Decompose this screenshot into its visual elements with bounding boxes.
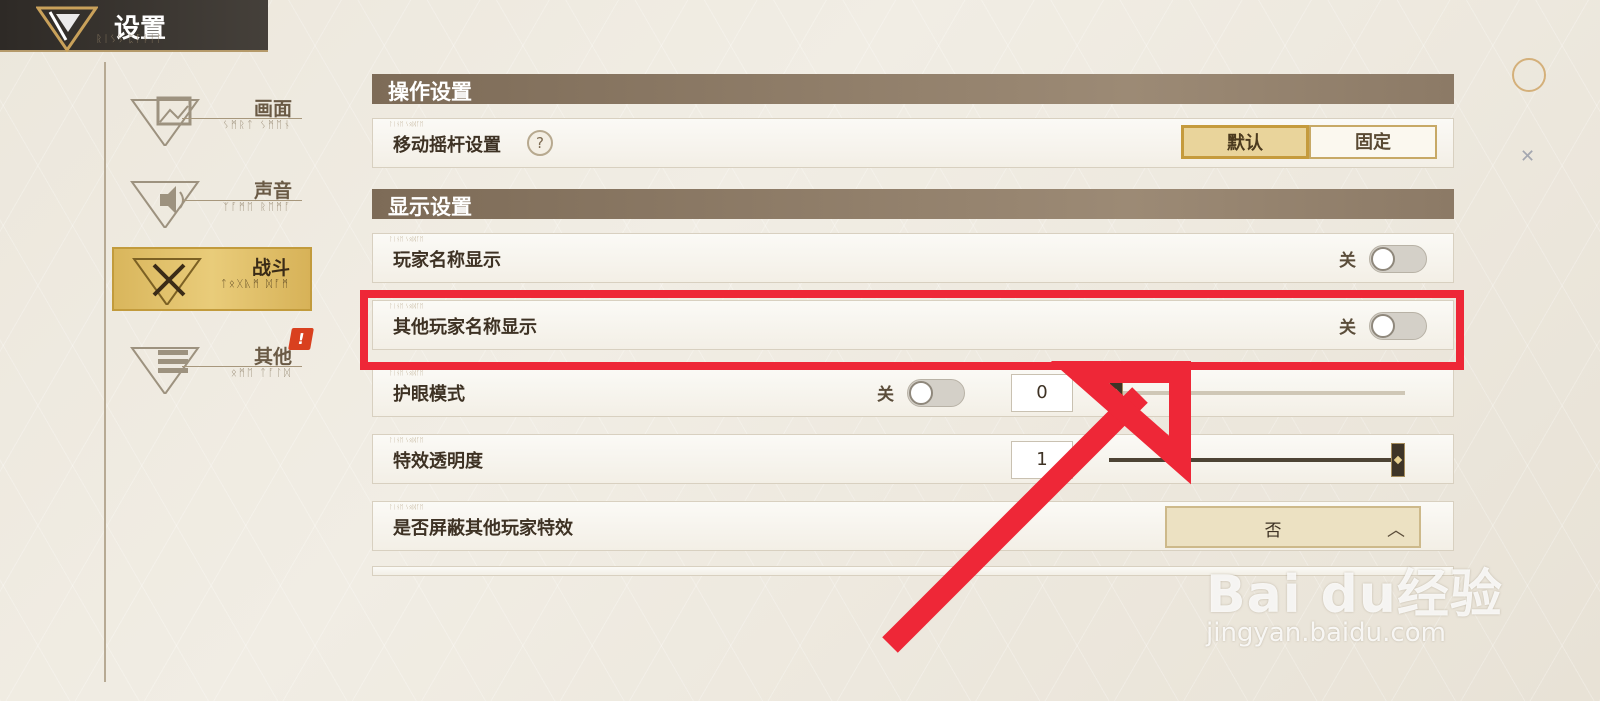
help-button[interactable]: ?: [527, 130, 553, 156]
sidebar-item-glyphs: ᛊᛗᚱᛏ ᛊᛗᛖᚾ: [222, 120, 292, 131]
row-ornament: ᛚᛁᚾᛖ ᛊᛟᛞᚪᛖ: [389, 437, 424, 444]
section-header-display: 显示设置: [372, 189, 1454, 219]
block-effects-dropdown[interactable]: 否 ︿: [1165, 506, 1421, 548]
joystick-option-default[interactable]: 默认: [1181, 125, 1309, 159]
crossed-swords-icon: [132, 258, 202, 305]
sidebar-item-graphics[interactable]: 画面 ᛊᛗᚱᛏ ᛊᛗᛖᚾ: [112, 90, 312, 154]
toggle-state-label: 关: [877, 385, 894, 405]
row-ornament: ᛚᛁᚾᛖ ᛊᛟᛞᚪᛖ: [389, 121, 424, 128]
eye-protection-toggle[interactable]: [907, 379, 965, 407]
setting-row-eye-protection: ᛚᛁᚾᛖ ᛊᛟᛞᚪᛖ 护眼模式 关 0: [372, 367, 1454, 417]
sound-icon: [130, 181, 200, 228]
row-ornament: ᛚᛁᚾᛖ ᛊᛟᛞᚪᛖ: [389, 303, 424, 310]
settings-logo-icon: [36, 6, 98, 52]
toggle-state-label: 关: [1339, 318, 1356, 338]
setting-row-block-effects: ᛚᛁᚾᛖ ᛊᛟᛞᚪᛖ 是否屏蔽其他玩家特效 否 ︿: [372, 501, 1454, 551]
sidebar-item-sound[interactable]: 声音 ᛉᚪᛗᛖ ᚱᛖᛗᚪ: [112, 172, 312, 236]
title-bar: 设置 ᚱᛁᛊᛊ ᛈᚪᚾᛁᛚ: [0, 0, 268, 52]
other-player-names-toggle[interactable]: [1369, 312, 1427, 340]
setting-row-joystick: ᛚᛁᚾᛖ ᛊᛟᛞᚪᛖ 移动摇杆设置 ? 默认 固定: [372, 118, 1454, 168]
dropdown-value: 否: [1264, 521, 1282, 541]
setting-row-other-player-names: ᛚᛁᚾᛖ ᛊᛟᛞᚪᛖ 其他玩家名称显示 关: [372, 300, 1454, 350]
effect-opacity-value[interactable]: 1: [1011, 441, 1073, 479]
sidebar-item-combat[interactable]: 战斗 ᛏᛟᚷᚣᛗ ᛞᚪᛗ: [112, 247, 312, 311]
chevron-up-icon: ︿: [1387, 520, 1405, 541]
sidebar-item-glyphs: ᛉᚪᛗᛖ ᚱᛖᛗᚪ: [222, 202, 292, 213]
sidebar-item-label: 其他: [253, 346, 292, 368]
watermark-url: jingyan.baidu.com: [1206, 618, 1446, 648]
effect-opacity-slider-handle[interactable]: [1391, 443, 1405, 477]
list-icon: [130, 347, 200, 394]
setting-label: 特效透明度: [393, 451, 483, 472]
sparkle-icon: ✕: [1520, 146, 1536, 167]
eye-protection-slider-track[interactable]: [1109, 391, 1405, 395]
notification-badge: !: [288, 328, 314, 350]
eye-protection-value[interactable]: 0: [1011, 374, 1073, 412]
toggle-knob: [1371, 247, 1395, 271]
sidebar-item-glyphs: ᛟᛗᛖ ᛏᚪᛚᛞ: [230, 368, 292, 379]
row-ornament: ᛚᛁᚾᛖ ᛊᛟᛞᚪᛖ: [389, 370, 424, 377]
eye-protection-slider-handle[interactable]: [1109, 376, 1123, 410]
section-title: 操作设置: [388, 80, 472, 104]
section-title: 显示设置: [388, 195, 472, 219]
setting-label: 玩家名称显示: [393, 250, 501, 271]
corner-ornament-icon: [1512, 58, 1546, 92]
setting-label: 是否屏蔽其他玩家特效: [393, 518, 573, 539]
player-names-toggle[interactable]: [1369, 245, 1427, 273]
toggle-knob: [1371, 314, 1395, 338]
watermark-brand: Bai du经验: [1206, 565, 1503, 625]
sidebar-item-label: 画面: [253, 98, 292, 120]
sidebar-item-other[interactable]: 其他 ᛟᛗᛖ ᛏᚪᛚᛞ: [112, 338, 312, 402]
toggle-knob: [909, 381, 933, 405]
setting-row-player-names: ᛚᛁᚾᛖ ᛊᛟᛞᚪᛖ 玩家名称显示 关: [372, 233, 1454, 283]
row-ornament: ᛚᛁᚾᛖ ᛊᛟᛞᚪᛖ: [389, 504, 424, 511]
sidebar-divider: [104, 62, 106, 682]
picture-icon: [130, 96, 200, 146]
setting-label: 移动摇杆设置: [393, 135, 501, 156]
section-header-operation: 操作设置: [372, 74, 1454, 104]
page-title-glyphs: ᚱᛁᛊᛊ ᛈᚪᚾᛁᛚ: [96, 34, 164, 45]
effect-opacity-slider-fill: [1109, 458, 1391, 462]
setting-label: 护眼模式: [393, 384, 465, 405]
sidebar-item-glyphs: ᛏᛟᚷᚣᛗ ᛞᚪᛗ: [220, 279, 290, 290]
toggle-state-label: 关: [1339, 251, 1356, 271]
setting-row-effect-opacity: ᛚᛁᚾᛖ ᛊᛟᛞᚪᛖ 特效透明度 1: [372, 434, 1454, 484]
joystick-option-fixed[interactable]: 固定: [1309, 125, 1437, 159]
row-ornament: ᛚᛁᚾᛖ ᛊᛟᛞᚪᛖ: [389, 236, 424, 243]
sidebar-item-label: 战斗: [251, 257, 290, 279]
setting-label: 其他玩家名称显示: [393, 317, 537, 338]
sidebar-item-label: 声音: [253, 180, 292, 202]
